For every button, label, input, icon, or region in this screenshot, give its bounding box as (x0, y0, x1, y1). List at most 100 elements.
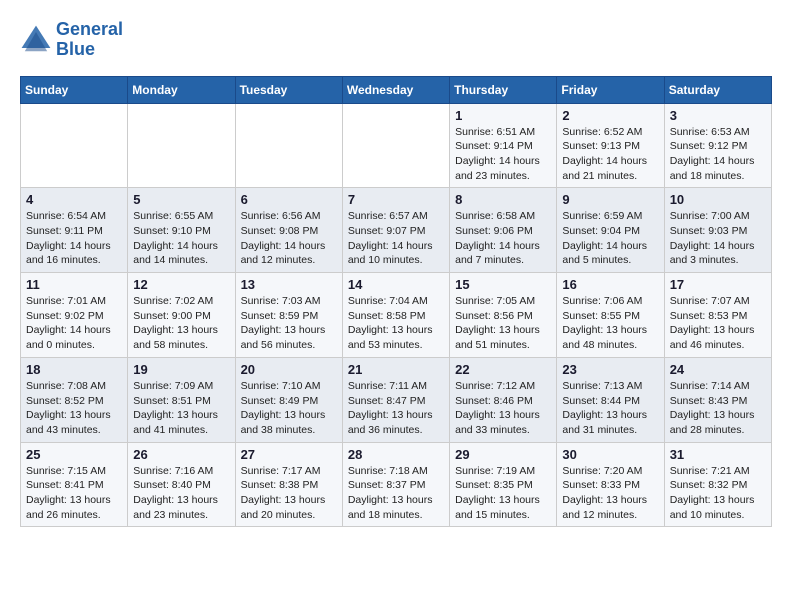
day-info: Sunrise: 7:02 AM Sunset: 9:00 PM Dayligh… (133, 294, 229, 353)
calendar-cell: 21 Sunrise: 7:11 AM Sunset: 8:47 PM Dayli… (342, 357, 449, 442)
calendar-week-row: 4Sunrise: 6:54 AM Sunset: 9:11 PM Daylig… (21, 188, 772, 273)
calendar-cell: 30 Sunrise: 7:20 AM Sunset: 8:33 PM Dayli… (557, 442, 664, 527)
calendar-cell: 10 Sunrise: 7:00 AM Sunset: 9:03 PM Dayli… (664, 188, 771, 273)
calendar-cell: 25 Sunrise: 7:15 AM Sunset: 8:41 PM Dayli… (21, 442, 128, 527)
day-info: Sunrise: 6:53 AM Sunset: 9:12 PM Dayligh… (670, 125, 766, 184)
weekday-header: Saturday (664, 76, 771, 103)
day-info: Sunrise: 6:56 AM Sunset: 9:08 PM Dayligh… (241, 209, 337, 268)
day-info: Sunrise: 6:52 AM Sunset: 9:13 PM Dayligh… (562, 125, 658, 184)
calendar-week-row: 1 Sunrise: 6:51 AM Sunset: 9:14 PM Daylig… (21, 103, 772, 188)
weekday-header: Sunday (21, 76, 128, 103)
calendar-cell (128, 103, 235, 188)
calendar-cell: 4Sunrise: 6:54 AM Sunset: 9:11 PM Daylig… (21, 188, 128, 273)
day-info: Sunrise: 7:09 AM Sunset: 8:51 PM Dayligh… (133, 379, 229, 438)
day-number: 26 (133, 447, 229, 462)
weekday-header: Friday (557, 76, 664, 103)
calendar-cell: 28 Sunrise: 7:18 AM Sunset: 8:37 PM Dayli… (342, 442, 449, 527)
day-info: Sunrise: 7:11 AM Sunset: 8:47 PM Dayligh… (348, 379, 444, 438)
day-info: Sunrise: 7:12 AM Sunset: 8:46 PM Dayligh… (455, 379, 551, 438)
day-info: Sunrise: 7:03 AM Sunset: 8:59 PM Dayligh… (241, 294, 337, 353)
day-number: 22 (455, 362, 551, 377)
day-number: 25 (26, 447, 122, 462)
calendar-week-row: 25 Sunrise: 7:15 AM Sunset: 8:41 PM Dayli… (21, 442, 772, 527)
day-info: Sunrise: 6:51 AM Sunset: 9:14 PM Dayligh… (455, 125, 551, 184)
day-number: 2 (562, 108, 658, 123)
weekday-header: Monday (128, 76, 235, 103)
logo-text: General Blue (56, 20, 123, 60)
calendar-cell: 6 Sunrise: 6:56 AM Sunset: 9:08 PM Daylig… (235, 188, 342, 273)
calendar-cell: 23 Sunrise: 7:13 AM Sunset: 8:44 PM Dayli… (557, 357, 664, 442)
calendar-table: SundayMondayTuesdayWednesdayThursdayFrid… (20, 76, 772, 528)
calendar-cell (21, 103, 128, 188)
day-info: Sunrise: 7:18 AM Sunset: 8:37 PM Dayligh… (348, 464, 444, 523)
day-info: Sunrise: 7:19 AM Sunset: 8:35 PM Dayligh… (455, 464, 551, 523)
day-number: 18 (26, 362, 122, 377)
calendar-cell: 3 Sunrise: 6:53 AM Sunset: 9:12 PM Daylig… (664, 103, 771, 188)
calendar-cell: 16Sunrise: 7:06 AM Sunset: 8:55 PM Dayli… (557, 273, 664, 358)
day-info: Sunrise: 7:20 AM Sunset: 8:33 PM Dayligh… (562, 464, 658, 523)
day-number: 12 (133, 277, 229, 292)
calendar-cell: 17 Sunrise: 7:07 AM Sunset: 8:53 PM Dayli… (664, 273, 771, 358)
day-number: 6 (241, 192, 337, 207)
calendar-cell: 8Sunrise: 6:58 AM Sunset: 9:06 PM Daylig… (450, 188, 557, 273)
day-info: Sunrise: 7:16 AM Sunset: 8:40 PM Dayligh… (133, 464, 229, 523)
day-number: 8 (455, 192, 551, 207)
day-info: Sunrise: 7:08 AM Sunset: 8:52 PM Dayligh… (26, 379, 122, 438)
day-number: 13 (241, 277, 337, 292)
day-info: Sunrise: 6:57 AM Sunset: 9:07 PM Dayligh… (348, 209, 444, 268)
calendar-cell: 5Sunrise: 6:55 AM Sunset: 9:10 PM Daylig… (128, 188, 235, 273)
day-info: Sunrise: 7:13 AM Sunset: 8:44 PM Dayligh… (562, 379, 658, 438)
day-number: 16 (562, 277, 658, 292)
calendar-cell: 14Sunrise: 7:04 AM Sunset: 8:58 PM Dayli… (342, 273, 449, 358)
calendar-cell: 29 Sunrise: 7:19 AM Sunset: 8:35 PM Dayli… (450, 442, 557, 527)
day-info: Sunrise: 7:01 AM Sunset: 9:02 PM Dayligh… (26, 294, 122, 353)
day-number: 17 (670, 277, 766, 292)
day-info: Sunrise: 7:10 AM Sunset: 8:49 PM Dayligh… (241, 379, 337, 438)
calendar-cell: 1 Sunrise: 6:51 AM Sunset: 9:14 PM Daylig… (450, 103, 557, 188)
day-number: 29 (455, 447, 551, 462)
calendar-cell: 19 Sunrise: 7:09 AM Sunset: 8:51 PM Dayli… (128, 357, 235, 442)
calendar-week-row: 11Sunrise: 7:01 AM Sunset: 9:02 PM Dayli… (21, 273, 772, 358)
weekday-header: Tuesday (235, 76, 342, 103)
weekday-header: Wednesday (342, 76, 449, 103)
page-header: General Blue (20, 20, 772, 60)
day-info: Sunrise: 7:15 AM Sunset: 8:41 PM Dayligh… (26, 464, 122, 523)
day-info: Sunrise: 7:07 AM Sunset: 8:53 PM Dayligh… (670, 294, 766, 353)
calendar-cell: 13 Sunrise: 7:03 AM Sunset: 8:59 PM Dayli… (235, 273, 342, 358)
day-info: Sunrise: 7:05 AM Sunset: 8:56 PM Dayligh… (455, 294, 551, 353)
day-number: 28 (348, 447, 444, 462)
day-number: 10 (670, 192, 766, 207)
day-info: Sunrise: 7:04 AM Sunset: 8:58 PM Dayligh… (348, 294, 444, 353)
day-number: 21 (348, 362, 444, 377)
day-number: 1 (455, 108, 551, 123)
day-number: 27 (241, 447, 337, 462)
day-number: 15 (455, 277, 551, 292)
day-info: Sunrise: 7:00 AM Sunset: 9:03 PM Dayligh… (670, 209, 766, 268)
day-number: 23 (562, 362, 658, 377)
day-number: 20 (241, 362, 337, 377)
calendar-cell: 24 Sunrise: 7:14 AM Sunset: 8:43 PM Dayli… (664, 357, 771, 442)
day-number: 30 (562, 447, 658, 462)
calendar-cell: 11Sunrise: 7:01 AM Sunset: 9:02 PM Dayli… (21, 273, 128, 358)
calendar-body: 1 Sunrise: 6:51 AM Sunset: 9:14 PM Daylig… (21, 103, 772, 527)
day-number: 7 (348, 192, 444, 207)
calendar-cell: 22 Sunrise: 7:12 AM Sunset: 8:46 PM Dayli… (450, 357, 557, 442)
calendar-cell: 31Sunrise: 7:21 AM Sunset: 8:32 PM Dayli… (664, 442, 771, 527)
calendar-cell: 20 Sunrise: 7:10 AM Sunset: 8:49 PM Dayli… (235, 357, 342, 442)
day-info: Sunrise: 7:17 AM Sunset: 8:38 PM Dayligh… (241, 464, 337, 523)
logo: General Blue (20, 20, 123, 60)
calendar-cell: 27 Sunrise: 7:17 AM Sunset: 8:38 PM Dayli… (235, 442, 342, 527)
day-info: Sunrise: 7:14 AM Sunset: 8:43 PM Dayligh… (670, 379, 766, 438)
weekday-header: Thursday (450, 76, 557, 103)
calendar-cell: 2 Sunrise: 6:52 AM Sunset: 9:13 PM Daylig… (557, 103, 664, 188)
day-number: 19 (133, 362, 229, 377)
day-number: 24 (670, 362, 766, 377)
calendar-cell: 7 Sunrise: 6:57 AM Sunset: 9:07 PM Daylig… (342, 188, 449, 273)
day-number: 3 (670, 108, 766, 123)
calendar-cell (235, 103, 342, 188)
calendar-cell: 12 Sunrise: 7:02 AM Sunset: 9:00 PM Dayli… (128, 273, 235, 358)
calendar-week-row: 18 Sunrise: 7:08 AM Sunset: 8:52 PM Dayli… (21, 357, 772, 442)
calendar-header: SundayMondayTuesdayWednesdayThursdayFrid… (21, 76, 772, 103)
day-info: Sunrise: 6:54 AM Sunset: 9:11 PM Dayligh… (26, 209, 122, 268)
calendar-cell (342, 103, 449, 188)
